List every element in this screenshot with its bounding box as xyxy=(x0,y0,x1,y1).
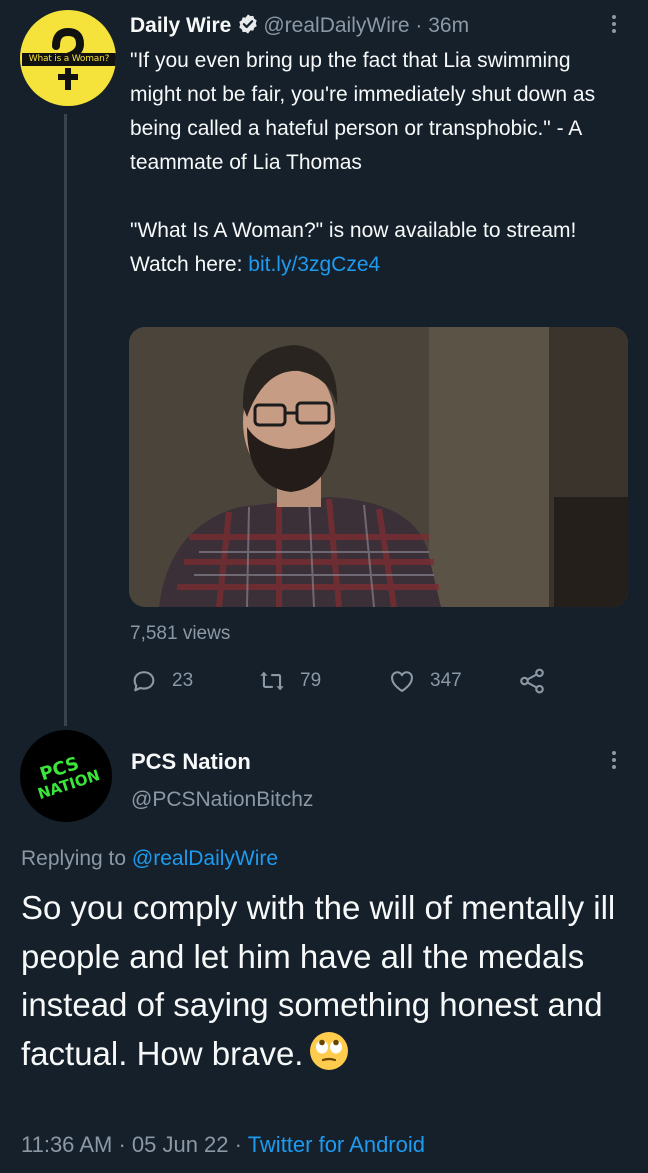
tweet-time[interactable]: 36m xyxy=(428,14,469,37)
rolling-eyes-emoji-icon xyxy=(310,1031,349,1070)
tweet-date[interactable]: 05 Jun 22 xyxy=(132,1132,229,1157)
header-separator: · xyxy=(415,14,423,37)
like-icon xyxy=(391,671,413,692)
tweet-link[interactable]: bit.ly/3zgCze4 xyxy=(248,253,380,276)
tweet-source[interactable]: Twitter for Android xyxy=(248,1132,425,1157)
reply-text: So you comply with the will of mentally … xyxy=(21,884,631,1078)
tweet-media-image[interactable] xyxy=(129,327,628,607)
share-action[interactable] xyxy=(517,666,561,696)
retweet-count: 79 xyxy=(300,670,322,691)
pcs-nation-logo: PCS NATION xyxy=(36,753,103,803)
reply-count: 23 xyxy=(172,670,194,691)
replying-prefix: Replying to xyxy=(21,847,132,870)
avatar-logo-text: What is a Woman? xyxy=(22,53,116,66)
like-count: 347 xyxy=(430,670,462,691)
pcs-nation-avatar[interactable]: PCS NATION xyxy=(20,730,112,822)
tweet-timestamp[interactable]: 11:36 AM xyxy=(21,1132,112,1157)
like-action[interactable]: 347 xyxy=(388,666,462,696)
author-handle[interactable]: @realDailyWire xyxy=(263,14,409,37)
reply-action[interactable]: 23 xyxy=(130,666,193,696)
tweet-meta: 11:36 AM · 05 Jun 22 · Twitter for Andro… xyxy=(21,1128,425,1162)
meta-separator-2: · xyxy=(228,1132,248,1157)
view-count: 7,581 views xyxy=(130,623,231,644)
retweet-icon xyxy=(260,671,284,691)
replying-to-handle[interactable]: @realDailyWire xyxy=(132,847,278,870)
reply-author-handle[interactable]: @PCSNationBitchz xyxy=(131,784,313,816)
reply-more-options-icon[interactable] xyxy=(600,748,628,778)
replying-to: Replying to @realDailyWire xyxy=(21,843,278,875)
more-options-icon[interactable] xyxy=(600,12,628,42)
share-icon xyxy=(520,668,544,694)
thread-connector-line xyxy=(64,114,67,726)
verified-badge-icon xyxy=(239,14,258,34)
reply-author-name[interactable]: PCS Nation xyxy=(131,746,251,778)
meta-separator-1: · xyxy=(112,1132,132,1157)
tweet-text: "If you even bring up the fact that Lia … xyxy=(130,44,610,282)
reply-icon xyxy=(133,671,155,692)
video-thumbnail xyxy=(129,327,628,607)
tweet-paragraph-1: "If you even bring up the fact that Lia … xyxy=(130,49,601,174)
author-name[interactable]: Daily Wire xyxy=(130,14,231,37)
daily-wire-avatar[interactable]: What is a Woman? xyxy=(20,10,116,106)
tweet-header: Daily Wire @realDailyWire · 36m xyxy=(130,10,469,42)
retweet-action[interactable]: 79 xyxy=(258,666,321,696)
